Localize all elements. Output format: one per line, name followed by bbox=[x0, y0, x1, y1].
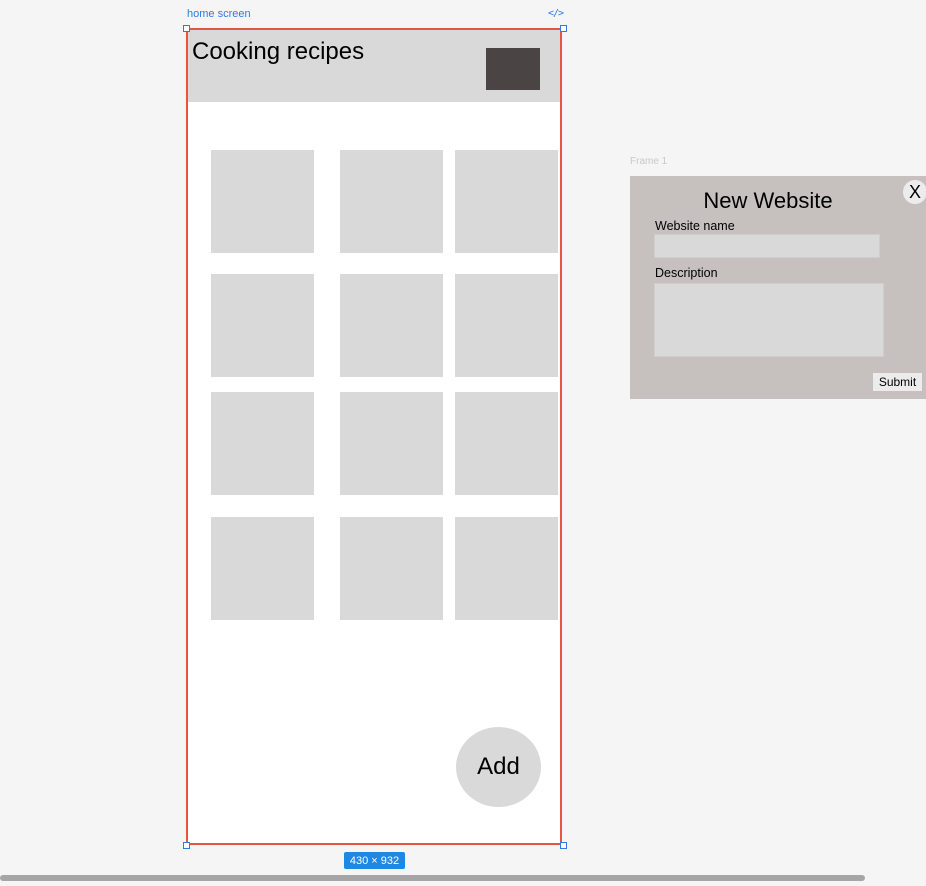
dialog-title: New Website bbox=[703, 188, 833, 213]
resize-handle-bottom-left[interactable] bbox=[183, 842, 190, 849]
description-label: Description bbox=[655, 266, 718, 280]
resize-handle-top-left[interactable] bbox=[183, 25, 190, 32]
recipe-tile[interactable] bbox=[340, 517, 443, 620]
resize-handle-top-right[interactable] bbox=[560, 25, 567, 32]
app-header: Cooking recipes bbox=[188, 30, 560, 102]
submit-button[interactable]: Submit bbox=[873, 373, 922, 391]
recipe-tile[interactable] bbox=[340, 392, 443, 495]
description-field[interactable] bbox=[654, 283, 884, 357]
recipe-tile[interactable] bbox=[211, 392, 314, 495]
code-icon[interactable]: </> bbox=[548, 8, 564, 19]
recipe-tile[interactable] bbox=[455, 517, 558, 620]
recipe-tile[interactable] bbox=[211, 150, 314, 253]
recipe-tile[interactable] bbox=[455, 150, 558, 253]
app-title: Cooking recipes bbox=[192, 38, 365, 65]
recipe-tile[interactable] bbox=[211, 274, 314, 377]
recipe-tile[interactable] bbox=[455, 392, 558, 495]
website-name-label: Website name bbox=[655, 219, 735, 233]
add-button[interactable]: Add bbox=[456, 727, 541, 807]
new-website-dialog: New Website X Website name Description S… bbox=[630, 176, 926, 399]
website-name-field[interactable] bbox=[654, 234, 880, 258]
close-button[interactable]: X bbox=[903, 180, 926, 204]
horizontal-scrollbar[interactable] bbox=[0, 875, 865, 881]
recipe-tile[interactable] bbox=[211, 517, 314, 620]
frame-size-badge: 430 × 932 bbox=[344, 852, 405, 869]
modal-frame-label[interactable]: Frame 1 bbox=[630, 156, 667, 167]
recipe-tile[interactable] bbox=[340, 274, 443, 377]
resize-handle-bottom-right[interactable] bbox=[560, 842, 567, 849]
home-screen-frame[interactable]: Cooking recipes Add bbox=[186, 28, 562, 845]
recipe-tile[interactable] bbox=[455, 274, 558, 377]
home-frame-label[interactable]: home screen bbox=[187, 8, 251, 20]
header-image-placeholder[interactable] bbox=[486, 48, 540, 90]
recipe-tile[interactable] bbox=[340, 150, 443, 253]
